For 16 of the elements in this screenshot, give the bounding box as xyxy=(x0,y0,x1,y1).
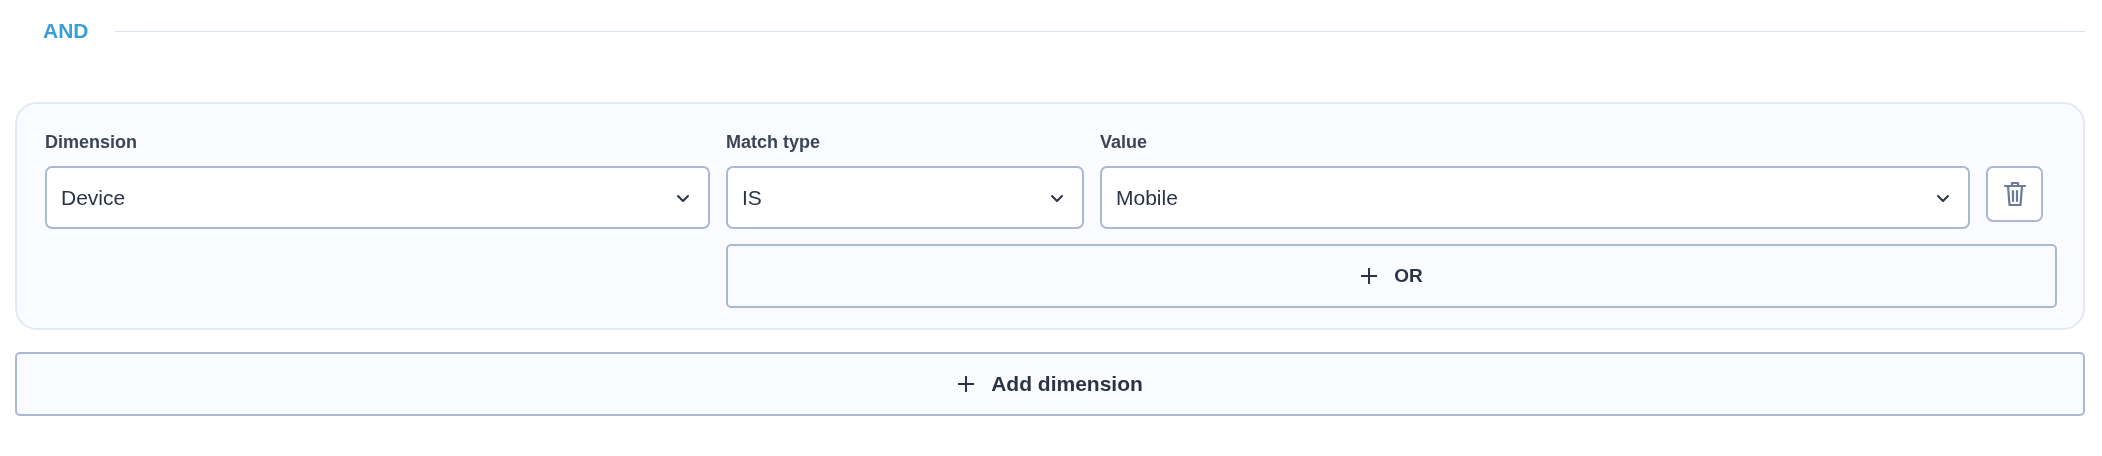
chevron-down-icon xyxy=(1050,192,1064,203)
group-label: AND xyxy=(43,19,89,43)
trash-icon xyxy=(2002,180,2027,208)
plus-icon xyxy=(1360,267,1379,285)
field-label: Value xyxy=(1100,132,1149,154)
field-label: Dimension xyxy=(45,132,138,154)
field-label: Match type xyxy=(726,132,822,154)
chevron-down-icon xyxy=(1936,192,1950,203)
dropdown-field[interactable]: Mobile xyxy=(1100,166,1970,229)
add-dimension-button[interactable]: Add dimension xyxy=(15,352,2085,416)
chevron-down-icon xyxy=(676,192,690,203)
delete-button[interactable] xyxy=(1986,166,2043,222)
or-button[interactable]: OR xyxy=(726,244,2057,308)
dropdown-field[interactable]: Device xyxy=(45,166,710,229)
dropdown-field[interactable]: IS xyxy=(726,166,1084,229)
plus-icon xyxy=(957,375,976,393)
